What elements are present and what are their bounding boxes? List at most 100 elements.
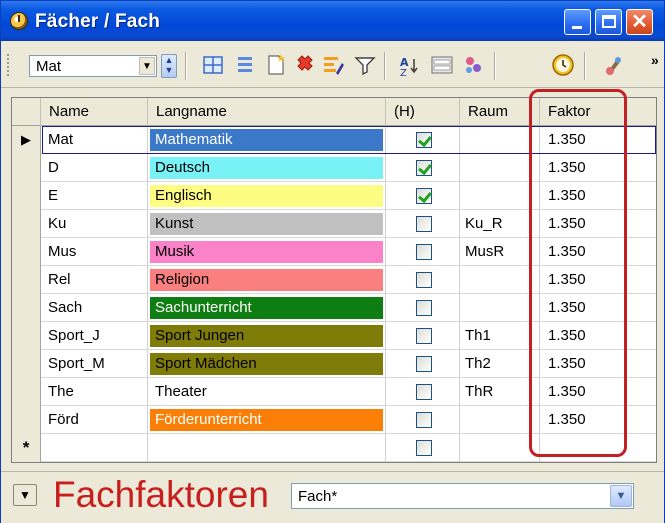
sort-icon[interactable]: AZ [398,53,422,77]
cell-langname[interactable]: Sport Mädchen [148,350,386,378]
cell-name[interactable]: The [41,378,148,406]
cell-faktor[interactable]: 1.350 [540,294,656,322]
row-indicator[interactable] [12,182,41,210]
header-h[interactable]: (H) [386,98,460,126]
chevron-down-icon[interactable]: ▼ [13,484,37,506]
minimize-button[interactable] [564,9,591,35]
cell-raum[interactable]: MusR [460,238,540,266]
h-checkbox[interactable] [416,412,432,428]
cell-name[interactable]: Rel [41,266,148,294]
row-indicator[interactable] [12,238,41,266]
row-indicator[interactable] [12,154,41,182]
cell-name[interactable]: Mus [41,238,148,266]
cell-raum[interactable] [460,294,540,322]
cell-faktor[interactable]: 1.350 [540,350,656,378]
table-row[interactable]: Ku Kunst Ku_R 1.350 [12,210,656,238]
cell-name[interactable]: D [41,154,148,182]
cell-raum[interactable]: Th1 [460,322,540,350]
cell-name[interactable]: E [41,182,148,210]
up-down-spinner[interactable]: ▲ ▼ [161,54,177,78]
cell-langname[interactable]: Religion [148,266,386,294]
h-checkbox[interactable] [416,216,432,232]
new-record-row[interactable]: * [12,434,656,462]
columns-icon[interactable] [430,53,454,77]
list-icon[interactable] [233,53,257,77]
cell-raum[interactable] [460,126,540,154]
row-indicator[interactable]: ▶ [12,126,41,154]
table-row[interactable]: Sach Sachunterricht 1.350 [12,294,656,322]
table-row[interactable]: Sport_J Sport Jungen Th1 1.350 [12,322,656,350]
cell-faktor[interactable]: 1.350 [540,322,656,350]
cell-name[interactable]: Mat [41,126,148,154]
view-select[interactable]: Fach* ▼ [291,483,634,509]
grid-icon[interactable] [201,53,225,77]
filter-icon[interactable] [353,53,377,77]
h-checkbox[interactable] [416,300,432,316]
toolbar-overflow-icon[interactable]: » [651,52,659,68]
cell-name[interactable]: Sach [41,294,148,322]
row-indicator[interactable] [12,378,41,406]
cell-faktor[interactable]: 1.350 [540,378,656,406]
header-name[interactable]: Name [41,98,148,126]
cell-faktor[interactable]: 1.350 [540,210,656,238]
cell-langname[interactable]: Musik [148,238,386,266]
h-checkbox[interactable] [416,160,432,176]
table-row[interactable]: The Theater ThR 1.350 [12,378,656,406]
new-row-cell[interactable] [540,434,656,462]
header-faktor[interactable]: Faktor [540,98,656,126]
table-row[interactable]: E Englisch 1.350 [12,182,656,210]
cell-name[interactable]: Sport_J [41,322,148,350]
h-checkbox[interactable] [416,328,432,344]
cell-name[interactable]: Ku [41,210,148,238]
cell-langname[interactable]: Förderunterricht [148,406,386,434]
cell-faktor[interactable]: 1.350 [540,154,656,182]
cell-faktor[interactable]: 1.350 [540,126,656,154]
h-checkbox[interactable] [416,244,432,260]
maximize-button[interactable] [595,9,622,35]
clock-icon[interactable] [551,53,575,77]
row-indicator[interactable] [12,266,41,294]
h-checkbox[interactable] [416,188,432,204]
settings-icon[interactable] [601,53,625,77]
row-indicator[interactable] [12,294,41,322]
chevron-down-icon[interactable]: ▼ [139,57,155,75]
cell-faktor[interactable]: 1.350 [540,406,656,434]
header-langname[interactable]: Langname [148,98,386,126]
cell-langname[interactable]: Sachunterricht [148,294,386,322]
cell-langname[interactable]: Englisch [148,182,386,210]
cell-langname[interactable]: Deutsch [148,154,386,182]
new-row-cell[interactable] [41,434,148,462]
cell-langname[interactable]: Theater [148,378,386,406]
row-indicator[interactable] [12,406,41,434]
cell-faktor[interactable]: 1.350 [540,182,656,210]
link-icon[interactable] [461,53,485,77]
table-row[interactable]: Sport_M Sport Mädchen Th2 1.350 [12,350,656,378]
subject-select[interactable]: Mat ▼ [29,55,157,77]
cell-name[interactable]: Förd [41,406,148,434]
close-button[interactable]: ✕ [626,9,653,35]
title-bar[interactable]: Fächer / Fach ✕ [1,1,664,41]
cell-raum[interactable]: Ku_R [460,210,540,238]
cell-faktor[interactable]: 1.350 [540,266,656,294]
cell-raum[interactable] [460,266,540,294]
h-checkbox[interactable] [416,384,432,400]
chevron-down-icon[interactable]: ▼ [610,485,632,507]
new-row-cell[interactable] [148,434,386,462]
cell-raum[interactable] [460,154,540,182]
new-row-cell[interactable] [460,434,540,462]
row-indicator[interactable] [12,210,41,238]
cell-langname[interactable]: Sport Jungen [148,322,386,350]
table-row[interactable]: Rel Religion 1.350 [12,266,656,294]
row-indicator[interactable] [12,322,41,350]
header-raum[interactable]: Raum [460,98,540,126]
cell-raum[interactable] [460,182,540,210]
toolbar-grip[interactable] [7,54,11,76]
cell-langname[interactable]: Kunst [148,210,386,238]
cell-name[interactable]: Sport_M [41,350,148,378]
cell-raum[interactable]: ThR [460,378,540,406]
h-checkbox[interactable] [416,272,432,288]
table-row[interactable]: D Deutsch 1.350 [12,154,656,182]
h-checkbox[interactable] [416,132,432,148]
cell-raum[interactable] [460,406,540,434]
table-row[interactable]: Mus Musik MusR 1.350 [12,238,656,266]
